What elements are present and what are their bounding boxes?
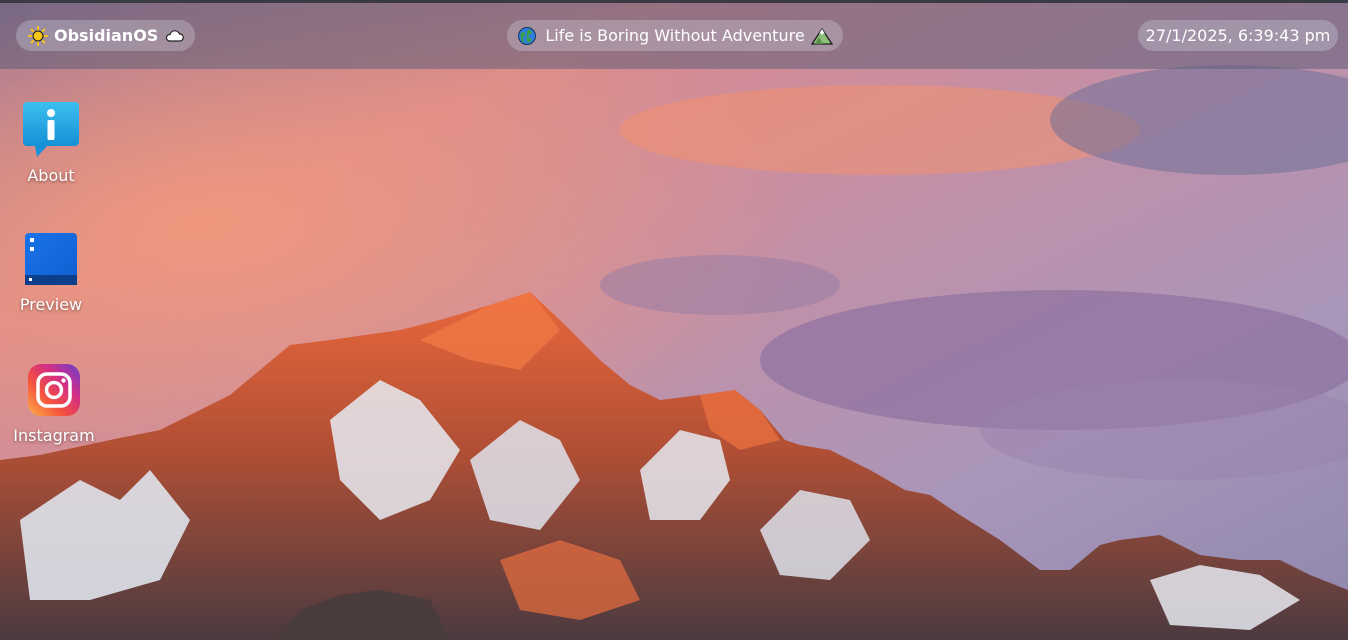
globe-icon [517,26,537,46]
desktop-icon-preview[interactable]: Preview [6,231,96,314]
clock[interactable]: 27/1/2025, 6:39:43 pm [1138,20,1338,51]
preview-window-icon [23,231,79,291]
desktop-wallpaper [0,0,1348,640]
brand-pill[interactable]: ObsidianOS [16,20,195,51]
top-bar: ObsidianOS Life is Boring Without Advent… [0,3,1348,69]
desktop-icon-instagram[interactable]: Instagram [9,362,99,445]
info-bubble-icon [21,100,81,162]
cloud-icon [164,29,185,43]
desktop-icon-label: Instagram [13,426,95,445]
instagram-icon [26,362,82,422]
sun-icon [28,25,48,46]
clock-text: 27/1/2025, 6:39:43 pm [1145,26,1331,45]
brand-name: ObsidianOS [54,26,159,45]
desktop-icon-about[interactable]: About [6,100,96,185]
desktop-icon-label: Preview [19,295,83,314]
mountain-icon [810,27,833,45]
tagline-pill: Life is Boring Without Adventure [507,20,843,51]
desktop-icon-label: About [27,166,75,185]
tagline-text: Life is Boring Without Adventure [545,26,805,45]
